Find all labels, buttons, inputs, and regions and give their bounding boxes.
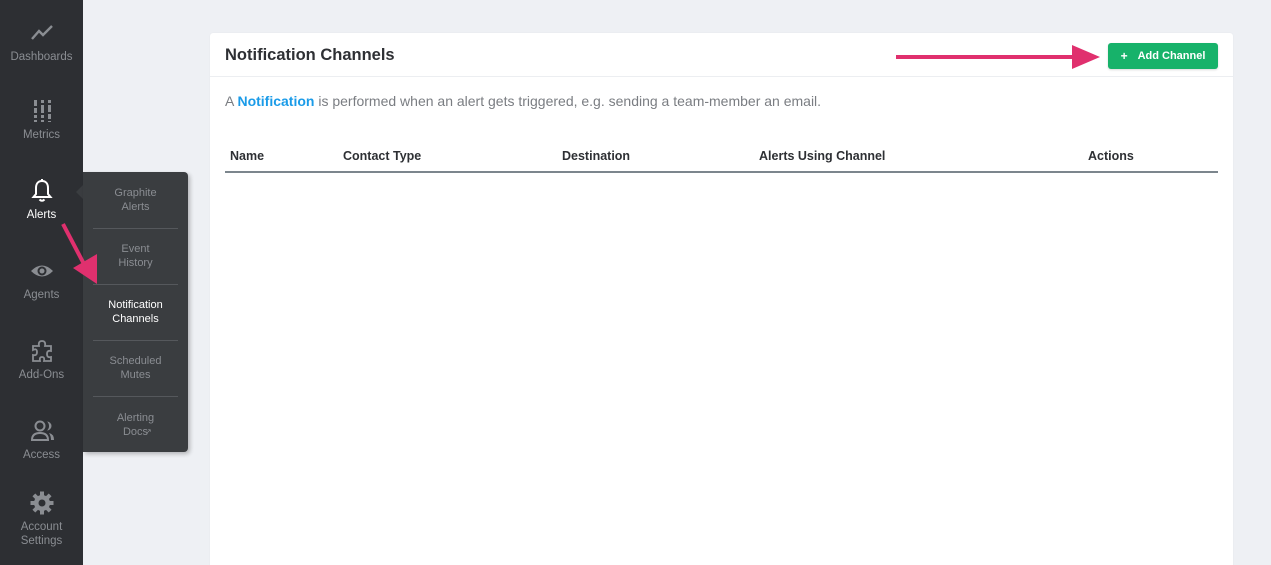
submenu-divider: [93, 396, 178, 397]
column-header-alerts-using-channel: Alerts Using Channel: [759, 149, 886, 163]
submenu-divider: [93, 228, 178, 229]
external-link-icon: ↗: [145, 427, 152, 436]
submenu-item-event-history[interactable]: Event History: [93, 242, 178, 270]
submenu-divider: [93, 284, 178, 285]
sidebar-item-account-settings[interactable]: Account Settings: [0, 490, 83, 548]
sidebar-item-label: Add-Ons: [18, 369, 65, 381]
trend-line-icon: [29, 20, 55, 46]
sidebar-item-access[interactable]: Access: [0, 418, 83, 462]
alerts-submenu: Graphite Alerts Event History Notificati…: [83, 172, 188, 452]
submenu-item-notification-channels[interactable]: Notification Channels: [93, 298, 178, 326]
column-header-name: Name: [230, 149, 265, 163]
description-prefix: A: [225, 93, 234, 109]
sidebar-item-add-ons[interactable]: Add-Ons: [0, 338, 83, 382]
page-title: Notification Channels: [225, 46, 395, 64]
annotation-arrow-down-right-icon: [61, 223, 97, 284]
sidebar-item-label: Access: [22, 449, 61, 461]
submenu-item-label: Alerting Docs: [116, 412, 155, 438]
add-channel-button[interactable]: + Add Channel: [1108, 43, 1218, 69]
plus-icon: +: [1120, 49, 1128, 63]
submenu-item-label: Event History: [118, 243, 153, 269]
metrics-bars-icon: [29, 98, 55, 124]
sidebar-item-label: Agents: [23, 289, 60, 301]
sidebar-item-label: Dashboards: [10, 51, 73, 63]
column-header-actions: Actions: [1088, 149, 1134, 163]
column-header-contact-type: Contact Type: [343, 149, 422, 163]
description: A Notification is performed when an aler…: [225, 93, 821, 109]
submenu-item-graphite-alerts[interactable]: Graphite Alerts: [93, 186, 178, 214]
sidebar-item-label: Alerts: [26, 209, 57, 221]
submenu-item-scheduled-mutes[interactable]: Scheduled Mutes: [93, 354, 178, 382]
submenu-item-alerting-docs[interactable]: Alerting Docs ↗: [93, 411, 178, 439]
submenu-divider: [93, 340, 178, 341]
notification-channels-card: Notification Channels + Add Channel A No…: [210, 33, 1233, 565]
users-icon: [29, 418, 55, 444]
puzzle-piece-icon: [29, 338, 55, 364]
sidebar-item-label: Metrics: [22, 129, 61, 141]
add-channel-label: Add Channel: [1137, 50, 1206, 62]
column-header-destination: Destination: [562, 149, 631, 163]
notification-link[interactable]: Notification: [237, 93, 314, 109]
eye-icon: [29, 258, 55, 284]
description-suffix: is performed when an alert gets triggere…: [318, 93, 822, 109]
sidebar-item-label: Account Settings: [20, 521, 63, 547]
sidebar-item-alerts[interactable]: Alerts: [0, 178, 83, 222]
bell-icon: [29, 178, 55, 204]
sidebar-item-dashboards[interactable]: Dashboards: [0, 20, 83, 64]
sidebar-item-metrics[interactable]: Metrics: [0, 98, 83, 142]
submenu-item-label: Scheduled Mutes: [109, 355, 162, 381]
gear-icon: [29, 490, 55, 516]
channels-table-header: Name Contact Type Destination Alerts Usi…: [225, 143, 1218, 173]
submenu-item-label: Graphite Alerts: [114, 187, 157, 213]
annotation-arrow-right-icon: [896, 45, 1100, 69]
submenu-item-label: Notification Channels: [108, 299, 163, 325]
